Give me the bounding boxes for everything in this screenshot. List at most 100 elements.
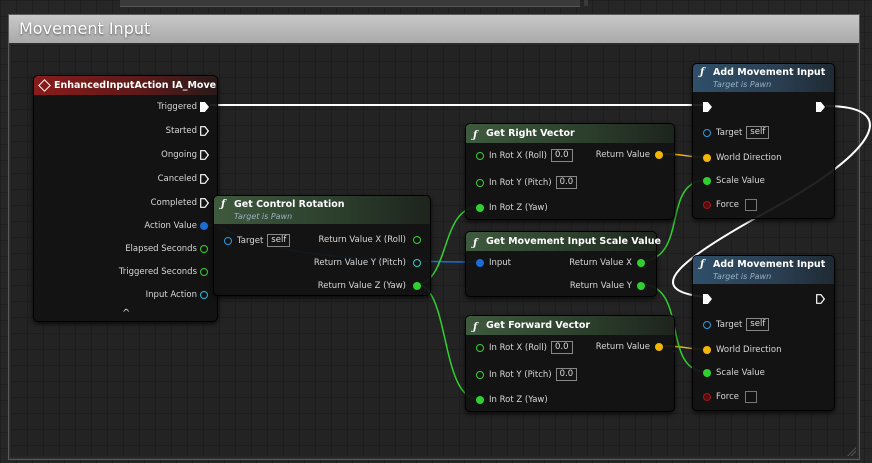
pin-return-x[interactable]: Return Value X <box>569 256 632 270</box>
float-pin-icon[interactable] <box>413 282 421 290</box>
pin-in-rot-y[interactable]: In Rot Y (Pitch) 0.0 <box>489 368 578 382</box>
exec-out-hollow-icon[interactable] <box>200 174 209 184</box>
float-pin-icon[interactable] <box>637 282 645 290</box>
pin-started[interactable]: Started <box>166 124 197 138</box>
pin-input[interactable]: Input <box>489 256 511 270</box>
exec-out-filled-icon[interactable] <box>816 102 825 112</box>
pin-return-y[interactable]: Return Value Y <box>570 279 632 293</box>
value-box[interactable]: 0.0 <box>550 149 573 162</box>
pin-elapsed-seconds[interactable]: Elapsed Seconds <box>125 242 197 256</box>
target-value-box[interactable]: self <box>746 318 770 331</box>
float-pin-icon[interactable] <box>476 204 484 212</box>
node-title: Add Movement Input <box>713 67 826 78</box>
vector-pin-icon[interactable] <box>703 154 711 162</box>
pin-force[interactable]: Force <box>716 390 757 404</box>
vector-pin-icon[interactable] <box>703 346 711 354</box>
pin-target[interactable]: Target self <box>716 318 770 332</box>
node-add-movement-input-1[interactable]: ƒ Add Movement Input Target is Pawn Targ… <box>692 63 835 219</box>
pin-return-y[interactable]: Return Value Y (Pitch) <box>314 256 406 270</box>
comment-title[interactable]: Movement Input <box>9 15 859 43</box>
pin-return-value[interactable]: Return Value <box>596 148 650 162</box>
float-pin-icon[interactable] <box>476 344 484 352</box>
pin-force[interactable]: Force <box>716 198 757 212</box>
pin-in-rot-x[interactable]: In Rot X (Roll) 0.0 <box>489 341 573 355</box>
force-checkbox[interactable] <box>745 390 757 403</box>
struct-pin-icon[interactable] <box>200 222 208 230</box>
node-get-control-rotation[interactable]: ƒ Get Control Rotation Target is Pawn Ta… <box>213 195 431 296</box>
exec-out-filled-icon[interactable] <box>200 102 209 112</box>
node-header[interactable]: ƒ Get Right Vector <box>466 124 674 143</box>
off-screen-node-edge <box>584 0 588 6</box>
comment-resize-grip[interactable] <box>847 447 856 456</box>
float-pin-icon[interactable] <box>413 236 421 244</box>
node-add-movement-input-2[interactable]: ƒ Add Movement Input Target is Pawn Targ… <box>692 255 835 411</box>
exec-out-hollow-icon[interactable] <box>200 198 209 208</box>
vector-pin-icon[interactable] <box>655 343 663 351</box>
target-value-box[interactable]: self <box>267 234 291 247</box>
pin-canceled[interactable]: Canceled <box>158 172 197 186</box>
node-get-right-vector[interactable]: ƒ Get Right Vector In Rot X (Roll) 0.0 In… <box>465 123 675 220</box>
value-box[interactable]: 0.0 <box>550 341 573 354</box>
pin-scale-value[interactable]: Scale Value <box>716 174 765 188</box>
pin-in-rot-x[interactable]: In Rot X (Roll) 0.0 <box>489 149 573 163</box>
object-pin-icon[interactable] <box>703 129 711 137</box>
vector-pin-icon[interactable] <box>655 151 663 159</box>
object-pin-icon[interactable] <box>224 237 232 245</box>
float-pin-icon[interactable] <box>476 152 484 160</box>
float-pin-icon[interactable] <box>476 371 484 379</box>
object-pin-icon[interactable] <box>703 321 711 329</box>
pin-target[interactable]: Target self <box>237 234 291 248</box>
node-get-forward-vector[interactable]: ƒ Get Forward Vector In Rot X (Roll) 0.0 … <box>465 315 675 412</box>
function-icon: ƒ <box>700 259 705 270</box>
node-header[interactable]: ƒ Get Forward Vector <box>466 316 674 335</box>
struct-pin-icon[interactable] <box>476 259 484 267</box>
target-value-box[interactable]: self <box>746 126 770 139</box>
node-get-movement-input-scale-value[interactable]: ƒ Get Movement Input Scale Value Input R… <box>465 231 661 297</box>
node-header[interactable]: EnhancedInputAction IA_Move <box>34 76 217 95</box>
pin-in-rot-y[interactable]: In Rot Y (Pitch) 0.0 <box>489 176 578 190</box>
pin-return-z[interactable]: Return Value Z (Yaw) <box>318 279 406 293</box>
pin-input-action[interactable]: Input Action <box>146 288 197 302</box>
float-pin-icon[interactable] <box>476 396 484 404</box>
pin-scale-value[interactable]: Scale Value <box>716 366 765 380</box>
object-pin-icon[interactable] <box>200 291 208 299</box>
node-header[interactable]: ƒ Get Movement Input Scale Value <box>466 232 661 251</box>
off-screen-node-edge <box>120 0 580 7</box>
pin-world-direction[interactable]: World Direction <box>716 151 781 165</box>
pin-in-rot-z[interactable]: In Rot Z (Yaw) <box>489 201 548 215</box>
bool-pin-icon[interactable] <box>703 393 711 401</box>
node-title: Add Movement Input <box>713 259 826 270</box>
pin-triggered-seconds[interactable]: Triggered Seconds <box>119 265 197 279</box>
pin-completed[interactable]: Completed <box>151 196 197 210</box>
node-header[interactable]: ƒ Get Control Rotation Target is Pawn <box>214 196 430 224</box>
float-pin-icon[interactable] <box>413 259 421 267</box>
pin-in-rot-z[interactable]: In Rot Z (Yaw) <box>489 393 548 407</box>
float-pin-icon[interactable] <box>200 268 208 276</box>
exec-out-hollow-icon[interactable] <box>816 294 825 304</box>
exec-out-hollow-icon[interactable] <box>200 126 209 136</box>
pin-ongoing[interactable]: Ongoing <box>161 148 197 162</box>
exec-in-filled-icon[interactable] <box>703 102 712 112</box>
bool-pin-icon[interactable] <box>703 201 711 209</box>
pin-target[interactable]: Target self <box>716 126 770 140</box>
pin-action-value[interactable]: Action Value <box>144 219 197 233</box>
pin-world-direction[interactable]: World Direction <box>716 343 781 357</box>
node-enhanced-input-action[interactable]: EnhancedInputAction IA_Move Triggered St… <box>33 75 218 322</box>
force-checkbox[interactable] <box>745 198 757 211</box>
node-header[interactable]: ƒ Add Movement Input Target is Pawn <box>693 256 834 284</box>
float-pin-icon[interactable] <box>200 245 208 253</box>
value-box[interactable]: 0.0 <box>555 368 578 381</box>
pin-return-value[interactable]: Return Value <box>596 340 650 354</box>
float-pin-icon[interactable] <box>476 179 484 187</box>
pin-triggered[interactable]: Triggered <box>157 100 197 114</box>
pin-return-x[interactable]: Return Value X (Roll) <box>318 233 406 247</box>
collapse-chevron-icon[interactable]: ^ <box>122 308 130 319</box>
float-pin-icon[interactable] <box>703 177 711 185</box>
float-pin-icon[interactable] <box>637 259 645 267</box>
node-header[interactable]: ƒ Add Movement Input Target is Pawn <box>693 64 834 92</box>
value-box[interactable]: 0.0 <box>555 176 578 189</box>
exec-out-hollow-icon[interactable] <box>200 150 209 160</box>
function-icon: ƒ <box>473 322 478 333</box>
float-pin-icon[interactable] <box>703 369 711 377</box>
exec-in-filled-icon[interactable] <box>703 294 712 304</box>
